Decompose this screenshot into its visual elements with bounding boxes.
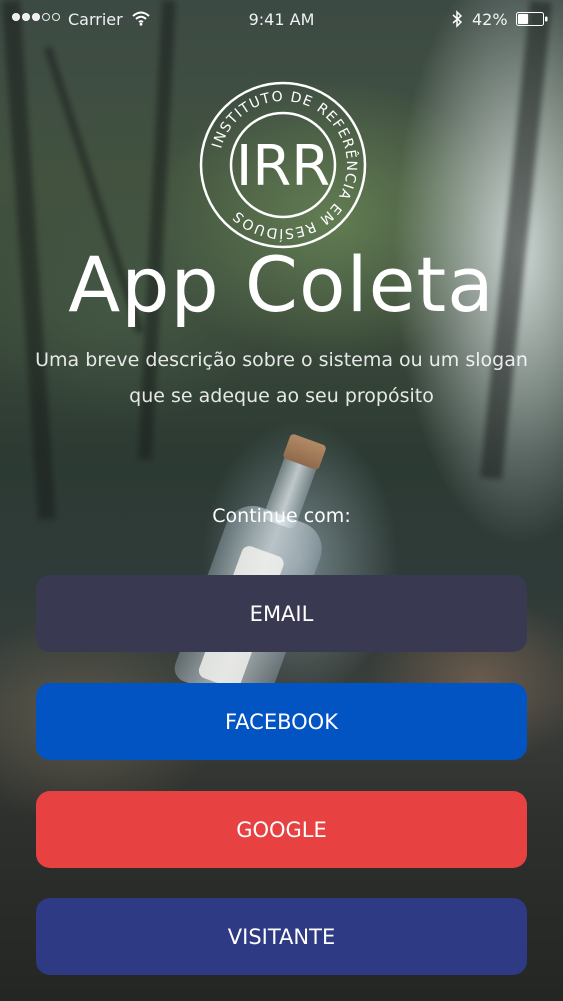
continue-prompt: Continue com: bbox=[212, 505, 351, 527]
app-tagline: Uma breve descrição sobre o sistema ou u… bbox=[35, 349, 528, 407]
login-screen: Carrier 9:41 AM 42% INSTITUTO DE REFERÊN… bbox=[0, 0, 563, 1001]
email-login-button[interactable]: EMAIL bbox=[36, 575, 527, 652]
irr-logo: INSTITUTO DE REFERÊNCIA EM RESÍDUOS IRR bbox=[199, 81, 367, 249]
google-login-button[interactable]: GOOGLE bbox=[36, 791, 527, 868]
battery-icon bbox=[516, 12, 548, 26]
logo-initials: IRR bbox=[236, 134, 330, 199]
status-bar: Carrier 9:41 AM 42% bbox=[0, 0, 563, 40]
guest-login-button[interactable]: VISITANTE bbox=[36, 898, 527, 975]
bluetooth-icon bbox=[452, 10, 463, 28]
battery-percentage: 42% bbox=[472, 10, 508, 29]
app-title: App Coleta bbox=[68, 240, 495, 329]
background-bottle bbox=[168, 419, 366, 711]
facebook-login-button[interactable]: FACEBOOK bbox=[36, 683, 527, 760]
